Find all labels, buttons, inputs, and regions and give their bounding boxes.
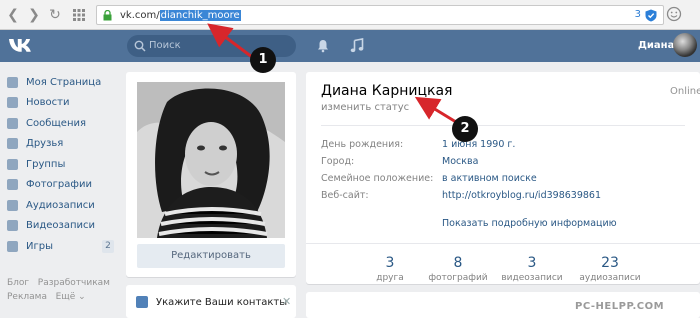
photos-icon: [7, 179, 18, 191]
forward-icon[interactable]: ❯: [25, 6, 43, 24]
info-label-city: Город:: [321, 156, 355, 167]
footer-link-blog[interactable]: Блог: [7, 278, 29, 288]
stat-number: 3: [527, 255, 537, 271]
info-label-website: Веб-сайт:: [321, 190, 369, 201]
contacts-icon: [136, 296, 148, 308]
sidebar-item-label: Видеозаписи: [26, 220, 96, 232]
stat-number: 23: [601, 255, 619, 271]
sidebar-item-label: Игры: [26, 240, 53, 252]
profile-name: Диана Карницкая: [321, 83, 453, 99]
change-status-link[interactable]: изменить статус: [321, 102, 409, 113]
footer-link-more[interactable]: Ещё ⌄: [56, 292, 86, 302]
stat-videos[interactable]: 3 видеозаписи: [492, 255, 572, 283]
sidebar-item-messages[interactable]: Сообщения: [0, 113, 120, 134]
stat-audio[interactable]: 23 аудиозаписи: [570, 255, 650, 283]
messages-icon: [7, 117, 18, 129]
contacts-prompt-card: Укажите Ваши контакты ✕: [126, 285, 296, 318]
watermark: PC-HELPP.COM: [575, 301, 665, 312]
site-header: Поиск Диана: [0, 30, 700, 62]
url-selection[interactable]: dianchik_moore: [159, 10, 241, 21]
sidebar-item-label: Сообщения: [26, 117, 87, 129]
sidebar-item-groups[interactable]: Группы: [0, 154, 120, 175]
music-icon[interactable]: [350, 38, 364, 53]
smiley-icon[interactable]: [666, 6, 682, 22]
games-count-badge: 2: [102, 240, 114, 253]
sidebar-item-photos[interactable]: Фотографии: [0, 175, 120, 196]
sidebar-item-my-page[interactable]: Моя Страница: [0, 72, 120, 93]
reload-icon[interactable]: ↻: [46, 6, 64, 24]
stat-number: 8: [453, 255, 463, 271]
stat-label: фотографий: [428, 273, 488, 283]
notifications-bell-icon[interactable]: [317, 39, 329, 53]
address-bar[interactable]: vk.com/dianchik_moore 3: [96, 5, 664, 25]
contacts-prompt-text[interactable]: Укажите Ваши контакты: [156, 297, 287, 308]
divider: [306, 243, 700, 244]
sidebar-item-label: Моя Страница: [26, 76, 102, 88]
stat-label: аудиозаписи: [579, 273, 641, 283]
info-label-birthday: День рождения:: [321, 139, 404, 150]
sidebar-item-news[interactable]: Новости: [0, 93, 120, 114]
profile-info-card: Диана Карницкая изменить статус Online Д…: [306, 72, 700, 284]
sidebar-item-label: Новости: [26, 97, 70, 109]
extension-counter[interactable]: 3: [635, 9, 641, 20]
online-status: Online: [670, 86, 700, 97]
profile-photo-card: Редактировать: [126, 72, 296, 277]
vk-logo-icon[interactable]: [8, 37, 34, 54]
shield-icon[interactable]: [645, 9, 657, 22]
groups-icon: [7, 158, 18, 170]
apps-grid-icon[interactable]: [70, 6, 88, 24]
annotation-marker-2: 2: [452, 116, 478, 142]
footer-link-ads[interactable]: Реклама: [7, 292, 47, 302]
friends-icon: [7, 138, 18, 150]
sidebar-item-friends[interactable]: Друзья: [0, 134, 120, 155]
sidebar-item-label: Аудиозаписи: [26, 199, 95, 211]
info-value-city[interactable]: Москва: [442, 156, 478, 167]
search-placeholder: Поиск: [149, 40, 181, 51]
sidebar-item-label: Группы: [26, 158, 66, 170]
url-text[interactable]: vk.com/dianchik_moore: [120, 9, 241, 22]
stat-photos[interactable]: 8 фотографий: [418, 255, 498, 283]
sidebar-item-audio[interactable]: Аудиозаписи: [0, 195, 120, 216]
sidebar-item-label: Фотографии: [26, 179, 92, 191]
browser-toolbar: ❮ ❯ ↻ vk.com/dianchik_moore 3: [0, 0, 700, 30]
divider: [321, 125, 685, 126]
audio-icon: [7, 199, 18, 211]
games-icon: [7, 240, 18, 252]
info-value-website[interactable]: http://otkroyblog.ru/id398639861: [442, 190, 601, 201]
video-icon: [7, 220, 18, 232]
show-more-info-link[interactable]: Показать подробную информацию: [442, 218, 617, 229]
sidebar-menu: Моя Страница Новости Сообщения Друзья Гр…: [0, 72, 120, 257]
info-value-relationship[interactable]: в активном поиске: [442, 173, 537, 184]
stat-label: видеозаписи: [501, 273, 563, 283]
footer-link-developers[interactable]: Разработчикам: [38, 278, 110, 288]
profile-photo[interactable]: [137, 82, 285, 238]
back-icon[interactable]: ❮: [4, 6, 22, 24]
sidebar-item-video[interactable]: Видеозаписи: [0, 216, 120, 237]
lock-icon: [103, 10, 112, 21]
header-user-name[interactable]: Диана: [638, 40, 674, 51]
sidebar-item-games[interactable]: Игры 2: [0, 236, 120, 257]
info-label-relationship: Семейное положение:: [321, 173, 434, 184]
home-icon: [7, 76, 18, 88]
edit-profile-button[interactable]: Редактировать: [137, 244, 285, 268]
annotation-marker-1: 1: [250, 47, 276, 73]
search-icon: [134, 40, 146, 52]
news-icon: [7, 97, 18, 109]
sidebar-footer-links: Блог Разработчикам Реклама Ещё ⌄: [7, 276, 117, 304]
info-value-birthday[interactable]: 1 июня 1990 г.: [442, 139, 515, 150]
header-avatar[interactable]: [673, 33, 697, 57]
sidebar-item-label: Друзья: [26, 138, 64, 150]
close-icon[interactable]: ✕: [282, 295, 291, 308]
